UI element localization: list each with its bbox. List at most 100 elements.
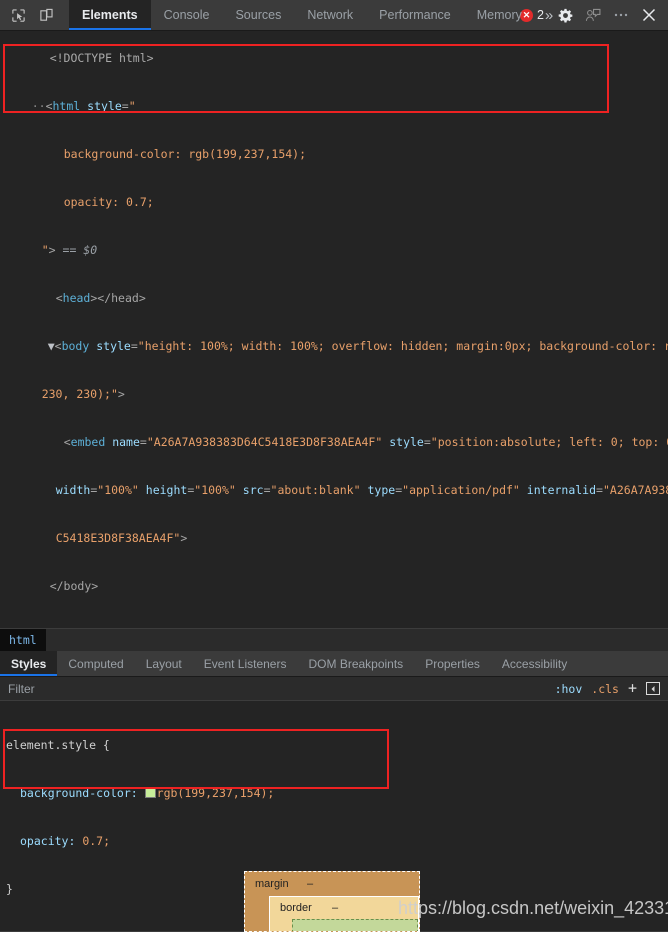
box-model-border-value[interactable]: – xyxy=(332,902,338,914)
close-icon[interactable] xyxy=(636,2,662,28)
dom-line-html-opacity[interactable]: opacity: 0.7; xyxy=(0,178,668,226)
cls-toggle-button[interactable]: .cls xyxy=(591,682,619,696)
tab-console-label: Console xyxy=(163,8,210,22)
quote-embed-name-o: " xyxy=(146,435,154,449)
tab-network[interactable]: Network xyxy=(294,0,366,30)
element-style-selector: element.style { xyxy=(6,737,668,753)
attr-style-body[interactable]: style xyxy=(96,339,131,353)
new-style-rule-button[interactable]: + xyxy=(628,681,637,696)
tab-console[interactable]: Console xyxy=(151,0,223,30)
dom-line-html-bg[interactable]: background-color: rgb(199,237,154); xyxy=(0,130,668,178)
hov-toggle-button[interactable]: :hov xyxy=(555,682,583,696)
box-model-margin-value[interactable]: – xyxy=(307,878,313,890)
q-h-c: " xyxy=(228,483,236,497)
box-model-border-row[interactable]: border – xyxy=(280,902,418,914)
tab-computed[interactable]: Computed xyxy=(57,651,134,676)
dom-line-body-open-1[interactable]: ▼<body style="height: 100%; width: 100%;… xyxy=(0,322,668,370)
tab-sources[interactable]: Sources xyxy=(222,0,294,30)
embed-internalid-value-2: C5418E3D8F38AEA4F xyxy=(55,531,174,545)
dom-line-body-close[interactable]: </body> xyxy=(0,562,668,610)
decl-value-opacity[interactable]: 0.7; xyxy=(82,834,110,848)
tag-body: body xyxy=(61,339,90,353)
dom-line-head[interactable]: <head></head> xyxy=(0,274,668,322)
lt-embed: < xyxy=(63,435,71,449)
expand-triangle-body-icon[interactable]: ▼ xyxy=(48,339,55,353)
dom-line-html-attr-close[interactable]: "> == $0 xyxy=(0,226,668,274)
box-model-padding-box[interactable] xyxy=(292,919,418,931)
dom-line-embed-1[interactable]: <embed name="A26A7A938383D64C5418E3D8F38… xyxy=(0,418,668,466)
embed-style-value: position:absolute; left: 0; top: 0; xyxy=(437,435,668,449)
decl-prop-background-color[interactable]: background-color: xyxy=(6,786,138,800)
attr-width-embed[interactable]: width xyxy=(56,483,91,497)
embed-src-value: about:blank xyxy=(277,483,354,497)
attr-internalid-embed[interactable]: internalid xyxy=(527,483,596,497)
attr-style-html[interactable]: style xyxy=(87,99,122,113)
tab-event-listeners[interactable]: Event Listeners xyxy=(193,651,298,676)
tab-memory-label: Memory xyxy=(476,8,522,22)
tab-memory[interactable]: Memory xyxy=(464,0,535,30)
box-model-border-label: border xyxy=(280,902,312,914)
breadcrumb: html xyxy=(0,628,668,652)
color-swatch[interactable] xyxy=(144,787,156,798)
box-model-diagram[interactable]: margin – border – xyxy=(244,871,420,932)
element-style-decl-background[interactable]: background-color: rgb(199,237,154); xyxy=(6,785,668,801)
tab-layout[interactable]: Layout xyxy=(135,651,193,676)
element-style-close-brace: } xyxy=(6,882,13,896)
tab-elements[interactable]: Elements xyxy=(69,0,151,30)
dom-line-embed-2[interactable]: width="100%" height="100%" src="about:bl… xyxy=(0,466,668,514)
eq-1: = xyxy=(121,99,129,113)
html-style-background: background-color: rgb(199,237,154); xyxy=(63,147,307,161)
gear-icon[interactable] xyxy=(552,2,578,28)
tab-event-listeners-label: Event Listeners xyxy=(203,656,287,671)
toolbar-left-icons xyxy=(0,0,69,30)
box-model-border-box[interactable]: border – xyxy=(269,896,419,931)
toolbar-right-icons: ✕ 2 xyxy=(514,0,668,30)
tag-head: head xyxy=(62,291,91,305)
dom-line-body-open-2[interactable]: 230, 230);"> xyxy=(0,370,668,418)
attr-height-embed[interactable]: height xyxy=(146,483,188,497)
kebab-menu-icon[interactable] xyxy=(608,2,634,28)
attr-type-embed[interactable]: type xyxy=(367,483,395,497)
tag-html-open: html xyxy=(52,99,81,113)
attr-src-embed[interactable]: src xyxy=(243,483,264,497)
tab-properties[interactable]: Properties xyxy=(414,651,491,676)
inspect-cursor-icon[interactable] xyxy=(4,1,32,29)
gt-body: > xyxy=(117,387,125,401)
quote-close-1: " xyxy=(41,243,49,257)
device-toolbar-icon[interactable] xyxy=(32,1,60,29)
tab-computed-label: Computed xyxy=(68,656,124,671)
tab-accessibility-label: Accessibility xyxy=(501,656,568,671)
dom-line-embed-3[interactable]: C5418E3D8F38AEA4F"> xyxy=(0,514,668,562)
tab-performance[interactable]: Performance xyxy=(366,0,464,30)
toggle-sidebar-icon[interactable] xyxy=(646,682,660,695)
tab-accessibility[interactable]: Accessibility xyxy=(491,651,578,676)
q-type-c: " xyxy=(512,483,520,497)
breadcrumb-item-html[interactable]: html xyxy=(0,629,46,652)
tab-properties-label: Properties xyxy=(425,656,480,671)
eq-iid: = xyxy=(596,483,603,497)
box-model-margin-label: margin xyxy=(255,878,289,890)
lt-1: < xyxy=(45,99,53,113)
gt-embed: > xyxy=(180,531,188,545)
decl-value-background-color[interactable]: rgb(199,237,154); xyxy=(157,786,275,800)
dom-tree-panel[interactable]: <!DOCTYPE html> ··<html style=" backgrou… xyxy=(0,31,668,631)
eq-embed-name: = xyxy=(139,435,147,449)
panel-tabs: Elements Console Sources Network Perform… xyxy=(69,0,553,30)
decl-prop-opacity[interactable]: opacity: xyxy=(6,834,75,848)
element-style-decl-opacity[interactable]: opacity: 0.7; xyxy=(6,833,668,849)
dom-line-html-open[interactable]: ··<html style=" xyxy=(0,82,668,130)
tab-dom-breakpoints[interactable]: DOM Breakpoints xyxy=(297,651,414,676)
eq-embed-style: = xyxy=(423,435,431,449)
error-count-label: 2 xyxy=(537,8,544,22)
box-model-margin-row[interactable]: margin – xyxy=(255,878,419,890)
tab-styles-label: Styles xyxy=(11,656,47,671)
close-body-text: </body> xyxy=(49,579,99,593)
tab-styles[interactable]: Styles xyxy=(0,651,58,676)
attr-style-embed[interactable]: style xyxy=(389,435,424,449)
dom-line-doctype[interactable]: <!DOCTYPE html> xyxy=(0,34,668,82)
attr-name-embed[interactable]: name xyxy=(112,435,140,449)
embed-name-value: A26A7A938383D64C5418E3D8F38AEA4F xyxy=(153,435,376,449)
filter-input[interactable] xyxy=(0,680,555,697)
person-feedback-icon[interactable] xyxy=(580,2,606,28)
embed-width-value: 100% xyxy=(104,483,132,497)
